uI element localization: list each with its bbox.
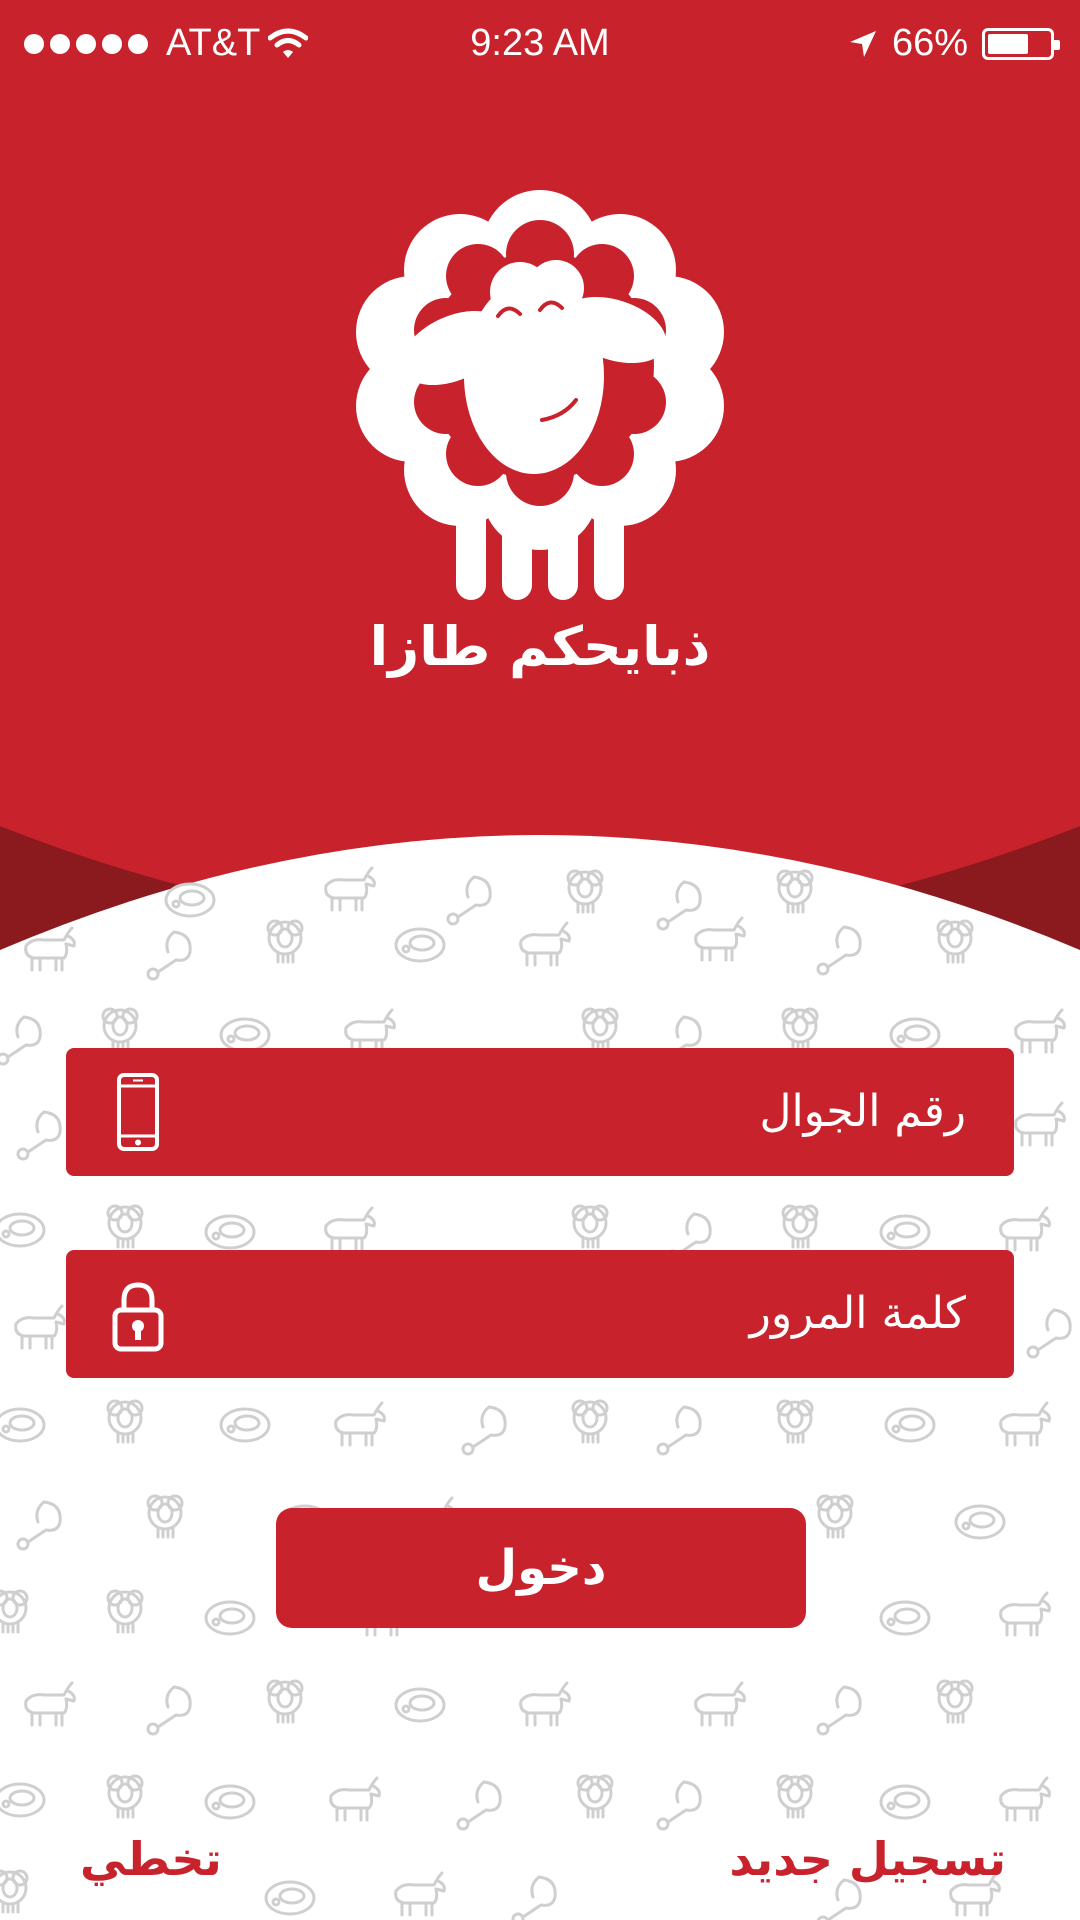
status-right: 66% (848, 22, 1060, 65)
login-button[interactable]: دخول (276, 1508, 806, 1628)
battery-level (988, 33, 1028, 54)
battery-percent: 66% (891, 22, 968, 64)
padlock-icon (112, 1282, 164, 1352)
brand-name: ذبايحكم طازا (369, 615, 711, 678)
password-field[interactable]: كلمة المرور (66, 1250, 1014, 1378)
location-arrow-icon (849, 30, 876, 57)
phone-field[interactable]: رقم الجوال (66, 1048, 1014, 1176)
status-bar: AT&T 9:23 AM 66% (0, 0, 1080, 96)
mobile-phone-icon (117, 1073, 159, 1151)
password-field-label: كلمة المرور (749, 1288, 966, 1339)
battery-icon (982, 27, 1060, 60)
sheep-logo (356, 190, 724, 600)
skip-link[interactable]: تخطي (80, 1832, 222, 1886)
phone-field-label: رقم الجوال (759, 1086, 966, 1137)
register-link[interactable]: تسجيل جديد (729, 1832, 1006, 1886)
